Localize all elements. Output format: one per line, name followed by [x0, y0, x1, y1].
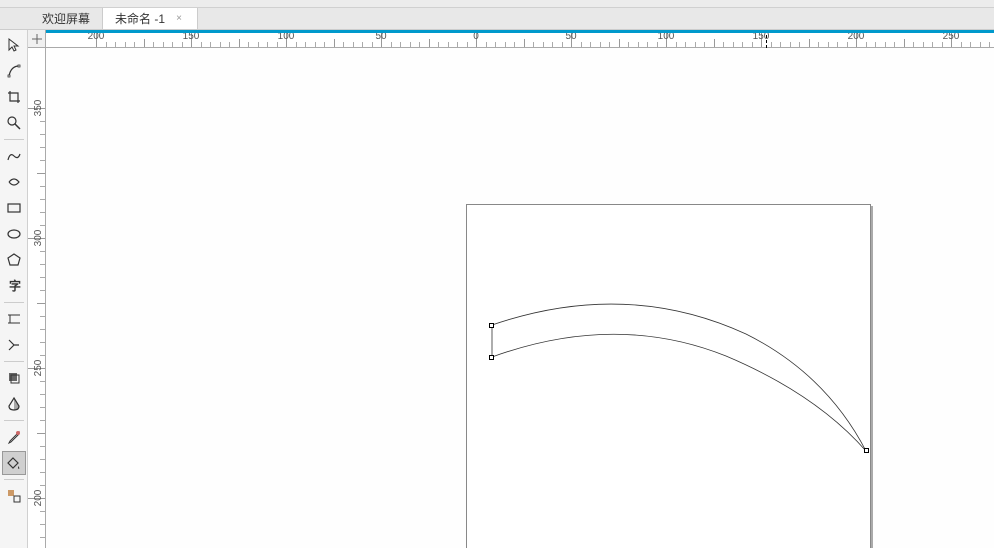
- svg-text:字: 字: [9, 278, 21, 293]
- main-area: 字 20015010050050: [0, 30, 994, 548]
- tab-untitled-label: 未命名 -1: [115, 10, 165, 27]
- ruler-corner[interactable]: [28, 30, 46, 48]
- ruler-highlight: [46, 30, 994, 33]
- freehand-tool[interactable]: [2, 144, 26, 168]
- tab-untitled[interactable]: 未命名 -1 ×: [103, 8, 198, 29]
- text-tool[interactable]: 字: [2, 274, 26, 298]
- pick-tool[interactable]: [2, 33, 26, 57]
- tab-bar: 欢迎屏幕 未命名 -1 ×: [0, 8, 994, 30]
- tool-separator: [4, 361, 24, 362]
- tool-separator: [4, 420, 24, 421]
- crop-tool[interactable]: [2, 85, 26, 109]
- parallel-dimension-tool[interactable]: [2, 307, 26, 331]
- tool-separator: [4, 479, 24, 480]
- artboard[interactable]: [466, 204, 871, 548]
- polygon-tool[interactable]: [2, 248, 26, 272]
- control-handle[interactable]: [489, 355, 494, 360]
- control-handle[interactable]: [864, 448, 869, 453]
- transparency-tool[interactable]: [2, 392, 26, 416]
- close-icon[interactable]: ×: [173, 13, 185, 25]
- tool-separator: [4, 302, 24, 303]
- connector-tool[interactable]: [2, 333, 26, 357]
- drop-shadow-tool[interactable]: [2, 366, 26, 390]
- canvas-area[interactable]: [46, 48, 994, 548]
- smart-fill-tool[interactable]: [2, 484, 26, 508]
- workspace: 20015010050050100150200250 3503002502001…: [28, 30, 994, 548]
- tab-welcome[interactable]: 欢迎屏幕: [30, 8, 103, 29]
- control-handle[interactable]: [489, 323, 494, 328]
- rectangle-tool[interactable]: [2, 196, 26, 220]
- top-toolbar: [0, 0, 994, 8]
- crosshair-icon: [32, 34, 42, 44]
- tab-welcome-label: 欢迎屏幕: [42, 10, 90, 27]
- toolbox: 字: [0, 30, 28, 548]
- interactive-fill-tool[interactable]: [2, 451, 26, 475]
- ellipse-tool[interactable]: [2, 222, 26, 246]
- vertical-ruler[interactable]: 350300250200150: [28, 48, 46, 548]
- shape-tool[interactable]: [2, 59, 26, 83]
- zoom-tool[interactable]: [2, 111, 26, 135]
- tool-separator: [4, 139, 24, 140]
- smart-drawing-tool[interactable]: [2, 170, 26, 194]
- eyedropper-tool[interactable]: [2, 425, 26, 449]
